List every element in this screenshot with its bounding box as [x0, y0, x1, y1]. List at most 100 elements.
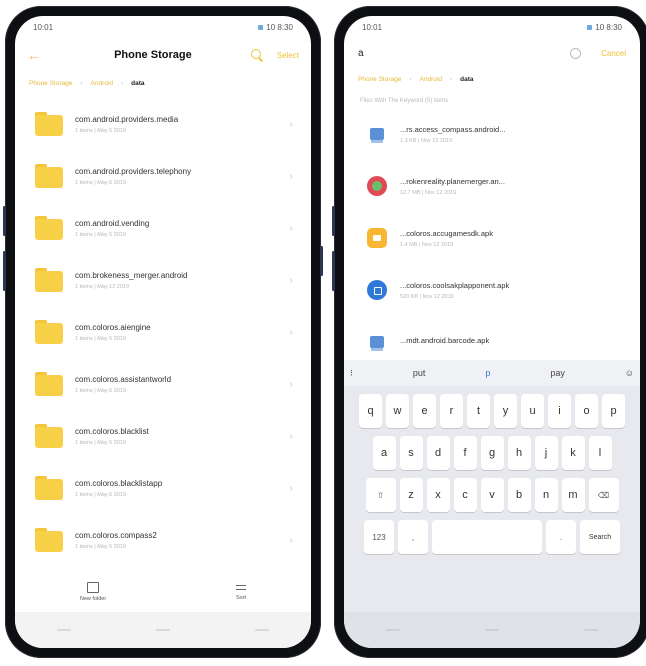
key[interactable]: l: [588, 436, 612, 470]
nav-recents-icon[interactable]: [254, 629, 269, 631]
game-icon: [366, 227, 388, 249]
list-item[interactable]: com.coloros.blacklist 1 items | May 6 201…: [15, 410, 311, 462]
key[interactable]: c: [453, 478, 477, 512]
list-item[interactable]: ...coloros.accugamesdk.apk 1.4 MB | Nov 1…: [344, 212, 640, 264]
numbers-key[interactable]: 123: [364, 520, 394, 554]
period-key[interactable]: .: [546, 520, 576, 554]
list-item[interactable]: com.coloros.assistantworld 1 items | May …: [15, 358, 311, 410]
new-folder-icon: [87, 582, 100, 593]
chevron-right-icon: ›: [289, 118, 293, 130]
folder-icon: [35, 112, 63, 136]
cancel-button[interactable]: Cancel: [601, 49, 626, 58]
nav-back-icon[interactable]: [57, 629, 72, 631]
status-time: 10:01: [33, 22, 54, 32]
list-item[interactable]: com.coloros.compass2 1 items | May 6 2019…: [15, 514, 311, 566]
keyboard-menu-icon[interactable]: ⁝: [350, 368, 353, 379]
search-results: ...rs.access_compass.android... 1.3 KB | …: [344, 108, 640, 368]
key[interactable]: n: [534, 478, 558, 512]
key[interactable]: s: [399, 436, 423, 470]
new-folder-button[interactable]: New folder: [80, 582, 106, 602]
chevron-right-icon: ›: [289, 274, 293, 286]
folder-icon: [35, 216, 63, 240]
key[interactable]: o: [575, 394, 598, 428]
document-icon: [366, 331, 388, 353]
key[interactable]: e: [413, 394, 436, 428]
chevron-right-icon: ›: [289, 222, 293, 234]
list-item[interactable]: com.coloros.aiengine 1 items | May 6 2019…: [15, 306, 311, 358]
key[interactable]: k: [561, 436, 585, 470]
list-item[interactable]: com.brokeness_merger.android 1 items | Ma…: [15, 254, 311, 306]
crumb-data: data: [131, 79, 145, 87]
crumb-android[interactable]: Android: [420, 76, 442, 83]
volume-up-button: [3, 206, 6, 236]
suggestion-3[interactable]: pay: [550, 368, 565, 378]
chevron-right-icon: ›: [289, 482, 293, 494]
power-button: [320, 246, 323, 276]
key[interactable]: x: [426, 478, 450, 512]
list-item[interactable]: com.android.providers.telephony 1 items |…: [15, 150, 311, 202]
list-item[interactable]: ...coloros.coolsakplapponent.apk 520 KB |…: [344, 264, 640, 316]
key[interactable]: v: [480, 478, 504, 512]
list-item[interactable]: com.android.providers.media 1 items | May…: [15, 98, 311, 150]
comma-key[interactable]: ,: [398, 520, 428, 554]
key[interactable]: h: [507, 436, 531, 470]
key[interactable]: a: [372, 436, 396, 470]
crumb-android[interactable]: Android: [91, 80, 113, 87]
nav-home-icon[interactable]: [155, 629, 170, 631]
folder-icon: [35, 268, 63, 292]
keyboard-row-2: a s d f g h j k l: [344, 436, 640, 470]
key[interactable]: z: [399, 478, 423, 512]
key[interactable]: i: [548, 394, 571, 428]
left-phone: 10:01 10 8:30 ← Phone Storage Select Pho…: [3, 6, 323, 658]
back-arrow-icon[interactable]: ←: [27, 47, 55, 63]
sort-button[interactable]: Sort: [236, 583, 246, 601]
list-item[interactable]: com.android.vending 1 items | May 5 2019 ›: [15, 202, 311, 254]
folder-list: com.android.providers.media 1 items | May…: [15, 94, 311, 566]
navigation-bar: [344, 612, 640, 648]
folder-icon: [35, 320, 63, 344]
left-screen: 10:01 10 8:30 ← Phone Storage Select Pho…: [15, 16, 311, 648]
status-bar: 10:01 10 8:30: [15, 16, 311, 38]
key[interactable]: m: [561, 478, 585, 512]
emoji-icon[interactable]: ☺: [625, 368, 634, 378]
breadcrumb: Phone Storage › Android › data: [29, 79, 145, 87]
volume-down-button: [3, 251, 6, 291]
key[interactable]: d: [426, 436, 450, 470]
chevron-right-icon: ›: [289, 430, 293, 442]
nav-recents-icon[interactable]: [583, 629, 598, 631]
search-key[interactable]: Search: [580, 520, 620, 554]
list-item[interactable]: ...rokenreality.planemerger.an... 12.7 MB…: [344, 160, 640, 212]
nav-home-icon[interactable]: [484, 629, 499, 631]
list-item[interactable]: com.coloros.blacklistapp 1 items | May 6 …: [15, 462, 311, 514]
list-item[interactable]: ...rs.access_compass.android... 1.3 KB | …: [344, 108, 640, 160]
folder-icon: [35, 424, 63, 448]
key[interactable]: y: [494, 394, 517, 428]
clear-icon[interactable]: [570, 47, 582, 59]
key[interactable]: t: [467, 394, 490, 428]
search-input[interactable]: a: [358, 48, 570, 59]
folder-icon: [35, 476, 63, 500]
shift-icon[interactable]: ⇧: [365, 478, 396, 512]
key[interactable]: p: [602, 394, 625, 428]
navigation-bar: [15, 612, 311, 648]
key[interactable]: j: [534, 436, 558, 470]
key[interactable]: g: [480, 436, 504, 470]
key[interactable]: w: [386, 394, 409, 428]
space-key[interactable]: [432, 520, 542, 554]
key[interactable]: b: [507, 478, 531, 512]
key[interactable]: u: [521, 394, 544, 428]
key[interactable]: f: [453, 436, 477, 470]
search-icon[interactable]: [250, 49, 263, 61]
crumb-phone-storage[interactable]: Phone Storage: [358, 76, 401, 83]
backspace-icon[interactable]: ⌫: [588, 478, 619, 512]
sort-icon: [236, 583, 247, 592]
nav-back-icon[interactable]: [386, 629, 401, 631]
keyboard-row-4: 123 , . Search: [344, 520, 640, 554]
crumb-data: data: [460, 75, 474, 83]
suggestion-1[interactable]: put: [413, 368, 426, 378]
crumb-phone-storage[interactable]: Phone Storage: [29, 80, 72, 87]
key[interactable]: r: [440, 394, 463, 428]
select-button[interactable]: Select: [277, 51, 299, 60]
suggestion-2[interactable]: p: [485, 368, 490, 378]
key[interactable]: q: [359, 394, 382, 428]
